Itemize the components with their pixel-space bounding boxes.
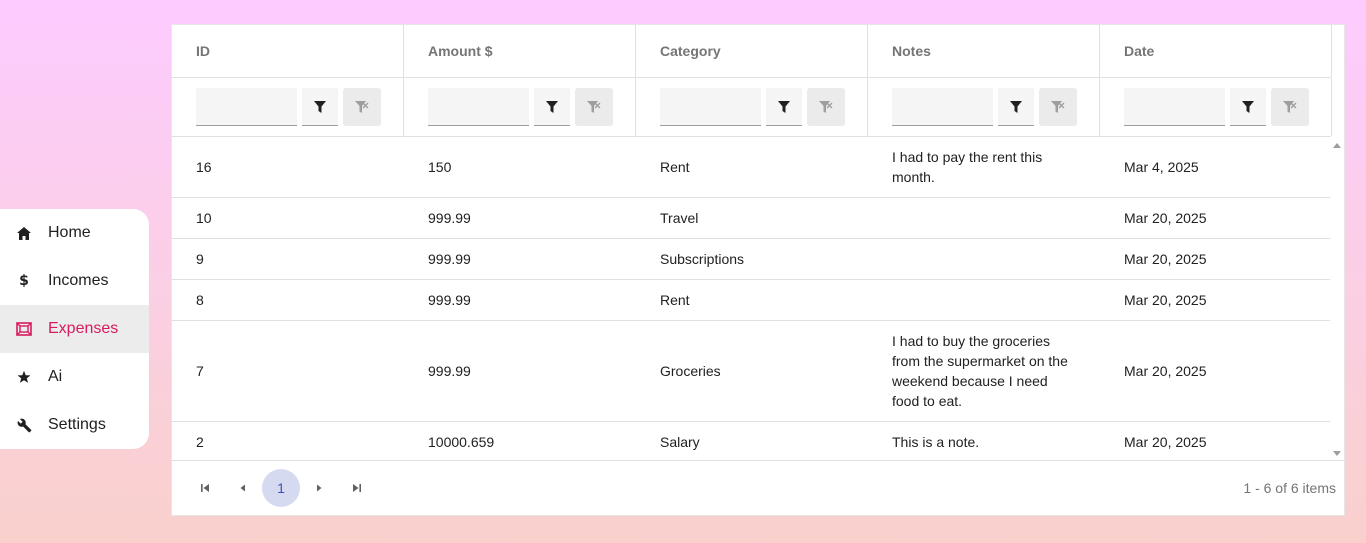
receipt-icon [16, 321, 32, 337]
cell-id: 8 [196, 292, 204, 308]
wrench-icon [16, 417, 32, 433]
sidebar-item-settings[interactable]: Settings [0, 401, 149, 449]
table-row[interactable]: 10 999.99 Travel Mar 20, 2025 [172, 198, 1331, 239]
filter-cell-date [1100, 78, 1332, 136]
vertical-scrollbar[interactable] [1330, 137, 1344, 462]
cell-category: Salary [660, 434, 700, 450]
cell-amount: 150 [428, 159, 452, 175]
cell-category: Groceries [660, 363, 721, 379]
cell-amount: 999.99 [428, 363, 471, 379]
cell-amount: 10000.659 [428, 434, 495, 450]
table-row[interactable]: 9 999.99 Subscriptions Mar 20, 2025 [172, 239, 1331, 280]
filter-input-id[interactable] [196, 88, 297, 126]
filter-icon[interactable] [1230, 88, 1266, 126]
filter-cell-notes [868, 78, 1100, 136]
cell-notes: I had to buy the groceries from the supe… [892, 333, 1068, 409]
pager-info: 1 - 6 of 6 items [1243, 480, 1336, 496]
star-icon [16, 369, 32, 385]
prev-page-icon[interactable] [224, 469, 262, 507]
table-row[interactable]: 16 150 Rent I had to pay the rent this m… [172, 137, 1331, 198]
cell-amount: 999.99 [428, 210, 471, 226]
grid-body: 16 150 Rent I had to pay the rent this m… [172, 137, 1344, 462]
filter-input-amount[interactable] [428, 88, 529, 126]
page-number-button[interactable]: 1 [262, 469, 300, 507]
grid-header-row: ID Amount $ Category Notes Date [172, 25, 1332, 78]
cell-id: 9 [196, 251, 204, 267]
column-header-id[interactable]: ID [172, 25, 404, 77]
home-icon [16, 225, 32, 241]
sidebar-item-label: Expenses [48, 320, 119, 337]
sidebar-item-label: Home [48, 224, 91, 241]
cell-date: Mar 20, 2025 [1124, 363, 1207, 379]
cell-date: Mar 20, 2025 [1124, 292, 1207, 308]
cell-category: Rent [660, 159, 690, 175]
sidebar-item-expenses[interactable]: Expenses [0, 305, 149, 353]
dollar-icon: $ [19, 273, 29, 289]
cell-date: Mar 20, 2025 [1124, 434, 1207, 450]
grid-filter-row [172, 78, 1332, 137]
sidebar-item-label: Ai [48, 368, 63, 385]
expenses-grid: ID Amount $ Category Notes Date 16 150 R… [171, 24, 1345, 516]
cell-category: Travel [660, 210, 699, 226]
column-header-notes[interactable]: Notes [868, 25, 1100, 77]
sidebar-item-ai[interactable]: Ai [0, 353, 149, 401]
clear-filter-icon[interactable] [575, 88, 613, 126]
column-header-category[interactable]: Category [636, 25, 868, 77]
scroll-down-icon[interactable] [1333, 451, 1341, 456]
table-row[interactable]: 2 10000.659 Salary This is a note. Mar 2… [172, 422, 1331, 462]
cell-date: Mar 20, 2025 [1124, 210, 1207, 226]
cell-date: Mar 20, 2025 [1124, 251, 1207, 267]
filter-icon[interactable] [998, 88, 1034, 126]
sidebar-item-label: Settings [48, 416, 106, 433]
sidebar-item-label: Incomes [48, 272, 109, 289]
filter-input-notes[interactable] [892, 88, 993, 126]
cell-category: Rent [660, 292, 690, 308]
table-row[interactable]: 8 999.99 Rent Mar 20, 2025 [172, 280, 1331, 321]
scroll-up-icon[interactable] [1333, 143, 1341, 148]
sidebar-item-home[interactable]: Home [0, 209, 149, 257]
filter-icon[interactable] [302, 88, 338, 126]
cell-notes: I had to pay the rent this month. [892, 149, 1043, 185]
column-header-amount[interactable]: Amount $ [404, 25, 636, 77]
last-page-icon[interactable] [338, 469, 376, 507]
clear-filter-icon[interactable] [1271, 88, 1309, 126]
table-row[interactable]: 7 999.99 Groceries I had to buy the groc… [172, 321, 1331, 422]
cell-id: 10 [196, 210, 212, 226]
filter-cell-amount [404, 78, 636, 136]
clear-filter-icon[interactable] [1039, 88, 1077, 126]
sidebar-item-incomes[interactable]: $ Incomes [0, 257, 149, 305]
sidebar-nav: Home $ Incomes Expenses Ai Settings [0, 209, 149, 449]
cell-amount: 999.99 [428, 251, 471, 267]
cell-notes: This is a note. [892, 434, 980, 450]
first-page-icon[interactable] [186, 469, 224, 507]
filter-input-date[interactable] [1124, 88, 1225, 126]
clear-filter-icon[interactable] [807, 88, 845, 126]
filter-icon[interactable] [766, 88, 802, 126]
cell-category: Subscriptions [660, 251, 745, 267]
cell-id: 16 [196, 159, 212, 175]
cell-date: Mar 4, 2025 [1124, 159, 1199, 175]
cell-id: 7 [196, 363, 204, 379]
column-header-date[interactable]: Date [1100, 25, 1332, 77]
cell-notes [868, 239, 1100, 279]
next-page-icon[interactable] [300, 469, 338, 507]
clear-filter-icon[interactable] [343, 88, 381, 126]
filter-icon[interactable] [534, 88, 570, 126]
filter-cell-id [172, 78, 404, 136]
filter-cell-category [636, 78, 868, 136]
pager: 1 1 - 6 of 6 items [172, 460, 1344, 515]
cell-amount: 999.99 [428, 292, 471, 308]
cell-id: 2 [196, 434, 204, 450]
cell-notes [868, 280, 1100, 320]
cell-notes [868, 198, 1100, 238]
filter-input-category[interactable] [660, 88, 761, 126]
